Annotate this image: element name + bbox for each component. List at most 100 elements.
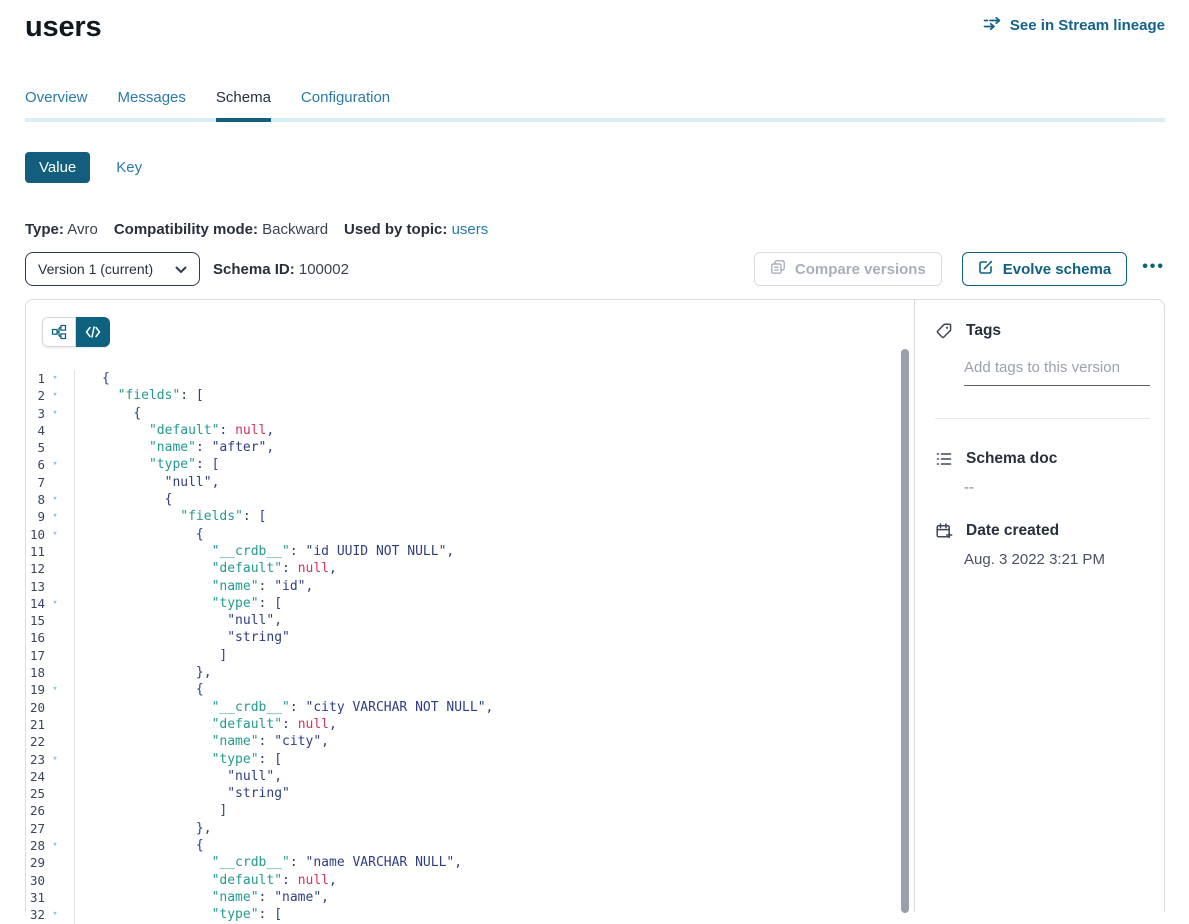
code-text: "__crdb__": "name VARCHAR NULL", bbox=[74, 854, 914, 871]
meta-item: Used by topic: users bbox=[344, 220, 488, 239]
line-number: 27 bbox=[26, 820, 45, 837]
schema-id-value: 100002 bbox=[299, 261, 349, 278]
compare-versions-button[interactable]: Compare versions bbox=[754, 252, 942, 286]
code-text: "null", bbox=[74, 474, 914, 491]
line-number: 2 bbox=[26, 387, 45, 404]
line-number: 16 bbox=[26, 629, 45, 646]
line-number: 8 bbox=[26, 491, 45, 508]
line-number: 28 bbox=[26, 837, 45, 854]
collapse-arrow-icon[interactable]: ▾ bbox=[45, 837, 65, 854]
meta-item: Type: Avro bbox=[25, 220, 98, 239]
code-text: { bbox=[74, 491, 914, 508]
tags-section-heading: Tags bbox=[935, 322, 1150, 340]
code-text: "__crdb__": "id UUID NOT NULL", bbox=[74, 543, 914, 560]
date-created-section: Date created Aug. 3 2022 3:21 PM bbox=[935, 522, 1150, 568]
code-line: 31 "name": "name", bbox=[26, 889, 914, 906]
line-number: 14 bbox=[26, 595, 45, 612]
collapse-arrow-icon[interactable]: ▾ bbox=[45, 387, 65, 404]
collapse-arrow-icon[interactable]: ▾ bbox=[45, 681, 65, 698]
code-text: "null", bbox=[74, 612, 914, 629]
collapse-arrow-icon[interactable]: ▾ bbox=[45, 405, 65, 422]
code-line: 16 "string" bbox=[26, 629, 914, 646]
collapse-arrow-icon[interactable]: ▾ bbox=[45, 491, 65, 508]
date-created-value: Aug. 3 2022 3:21 PM bbox=[964, 551, 1150, 568]
meta-value: Backward bbox=[262, 221, 328, 238]
code-view-icon[interactable] bbox=[76, 317, 110, 347]
line-number: 20 bbox=[26, 699, 45, 716]
evolve-schema-button[interactable]: Evolve schema bbox=[962, 252, 1127, 286]
tab-overview[interactable]: Overview bbox=[25, 89, 88, 118]
code-text: "string" bbox=[74, 785, 914, 802]
tab-messages[interactable]: Messages bbox=[118, 89, 186, 118]
value-tab-button[interactable]: Value bbox=[25, 152, 90, 183]
collapse-arrow-icon[interactable]: ▾ bbox=[45, 751, 65, 768]
code-scrollbar-thumb[interactable] bbox=[901, 349, 909, 913]
code-line: 30 "default": null, bbox=[26, 872, 914, 889]
code-line: 5 "name": "after", bbox=[26, 439, 914, 456]
page-header: users See in Stream lineage bbox=[25, 0, 1165, 44]
line-number: 18 bbox=[26, 664, 45, 681]
code-line: 9▾ "fields": [ bbox=[26, 508, 914, 525]
meta-label: Used by topic: bbox=[344, 221, 447, 238]
meta-label: Type: bbox=[25, 221, 64, 238]
code-line: 4 "default": null, bbox=[26, 422, 914, 439]
code-text: ] bbox=[74, 647, 914, 664]
code-line: 7 "null", bbox=[26, 474, 914, 491]
stream-lineage-link[interactable]: See in Stream lineage bbox=[983, 16, 1165, 35]
line-number: 15 bbox=[26, 612, 45, 629]
code-text: { bbox=[74, 526, 914, 543]
code-text: { bbox=[74, 370, 914, 387]
code-line: 21 "default": null, bbox=[26, 716, 914, 733]
code-line: 13 "name": "id", bbox=[26, 578, 914, 595]
collapse-arrow-icon[interactable]: ▾ bbox=[45, 508, 65, 525]
chevron-down-icon bbox=[175, 261, 187, 277]
code-line: 18 }, bbox=[26, 664, 914, 681]
code-line: 11 "__crdb__": "id UUID NOT NULL", bbox=[26, 543, 914, 560]
tags-section-title: Tags bbox=[966, 322, 1001, 340]
topic-link[interactable]: users bbox=[452, 221, 489, 238]
line-number: 4 bbox=[26, 422, 45, 439]
schema-page: users See in Stream lineage Overview Mess… bbox=[0, 0, 1189, 912]
code-text: "name": "name", bbox=[74, 889, 914, 906]
tabs: Overview Messages Schema Configuration bbox=[25, 89, 1165, 122]
collapse-arrow-icon[interactable]: ▾ bbox=[45, 595, 65, 612]
tags-input[interactable] bbox=[964, 359, 1150, 386]
more-options-button[interactable]: ••• bbox=[1142, 258, 1165, 280]
stream-lineage-icon bbox=[983, 16, 1002, 35]
collapse-arrow-icon[interactable]: ▾ bbox=[45, 370, 65, 387]
tab-configuration[interactable]: Configuration bbox=[301, 89, 390, 118]
version-select[interactable]: Version 1 (current) bbox=[25, 252, 200, 286]
code-text: { bbox=[74, 837, 914, 854]
line-number: 29 bbox=[26, 854, 45, 871]
editor-toolbar bbox=[26, 300, 914, 347]
line-number: 10 bbox=[26, 526, 45, 543]
code-text: "name": "id", bbox=[74, 578, 914, 595]
line-number: 26 bbox=[26, 802, 45, 819]
collapse-arrow-icon[interactable]: ▾ bbox=[45, 526, 65, 543]
compare-versions-label: Compare versions bbox=[795, 261, 926, 278]
schema-code-viewer: 1▾{2▾ "fields": [3▾ {4 "default": null,5… bbox=[26, 300, 914, 912]
code-text: "type": [ bbox=[74, 751, 914, 768]
version-select-value: Version 1 (current) bbox=[38, 261, 153, 277]
code-text: "string" bbox=[74, 629, 914, 646]
line-number: 17 bbox=[26, 647, 45, 664]
schema-sidebar: Tags Schema do bbox=[914, 300, 1164, 912]
key-tab-button[interactable]: Key bbox=[116, 159, 142, 176]
code-text: "default": null, bbox=[74, 872, 914, 889]
code-line: 2▾ "fields": [ bbox=[26, 387, 914, 404]
code-line: 8▾ { bbox=[26, 491, 914, 508]
code-text: }, bbox=[74, 664, 914, 681]
view-mode-toggle bbox=[42, 317, 110, 347]
code-text: "type": [ bbox=[74, 456, 914, 473]
tree-view-icon[interactable] bbox=[42, 317, 76, 347]
date-created-title: Date created bbox=[966, 522, 1059, 540]
code-text: "__crdb__": "city VARCHAR NOT NULL", bbox=[74, 699, 914, 716]
code-line: 25 "string" bbox=[26, 785, 914, 802]
collapse-arrow-icon[interactable]: ▾ bbox=[45, 456, 65, 473]
code-line: 20 "__crdb__": "city VARCHAR NOT NULL", bbox=[26, 699, 914, 716]
code-text: "type": [ bbox=[74, 595, 914, 612]
tab-schema[interactable]: Schema bbox=[216, 89, 271, 118]
code-line: 12 "default": null, bbox=[26, 560, 914, 577]
collapse-arrow-icon[interactable]: ▾ bbox=[45, 906, 65, 923]
code-line: 24 "null", bbox=[26, 768, 914, 785]
